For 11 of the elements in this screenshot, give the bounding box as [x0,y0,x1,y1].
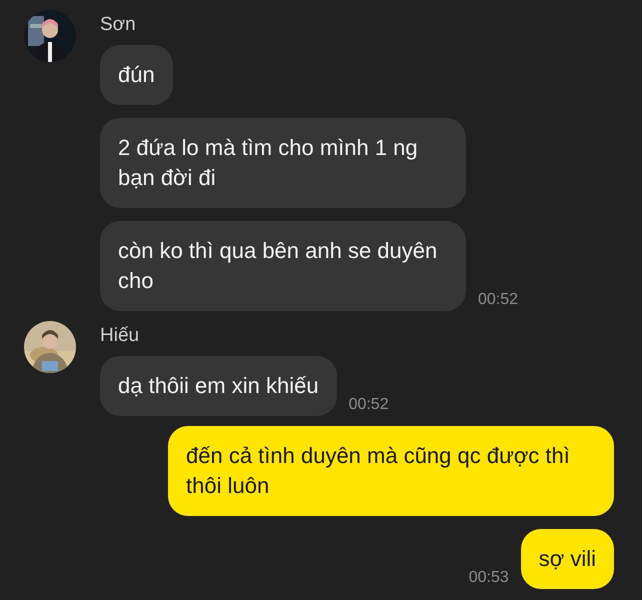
sender-name: Sơn [100,14,137,36]
message-bubble: dạ thôii em xin khiếu [100,356,337,416]
message-time: 00:52 [348,396,389,414]
message-bubble: đến cả tình duyên mà cũng qc được thì thôi luôn [168,426,614,516]
message-time: 00:52 [478,291,518,309]
sender-name: Hiếu [100,325,140,347]
message-bubble: sợ vili [520,529,614,589]
message-bubble: đún [100,45,173,105]
message-time: 00:53 [468,569,509,587]
message-bubble: còn ko thì qua bên anh se duyên cho [100,221,466,311]
message-bubble: 2 đứa lo mà tìm cho mình 1 ng bạn đời đi [100,118,466,208]
